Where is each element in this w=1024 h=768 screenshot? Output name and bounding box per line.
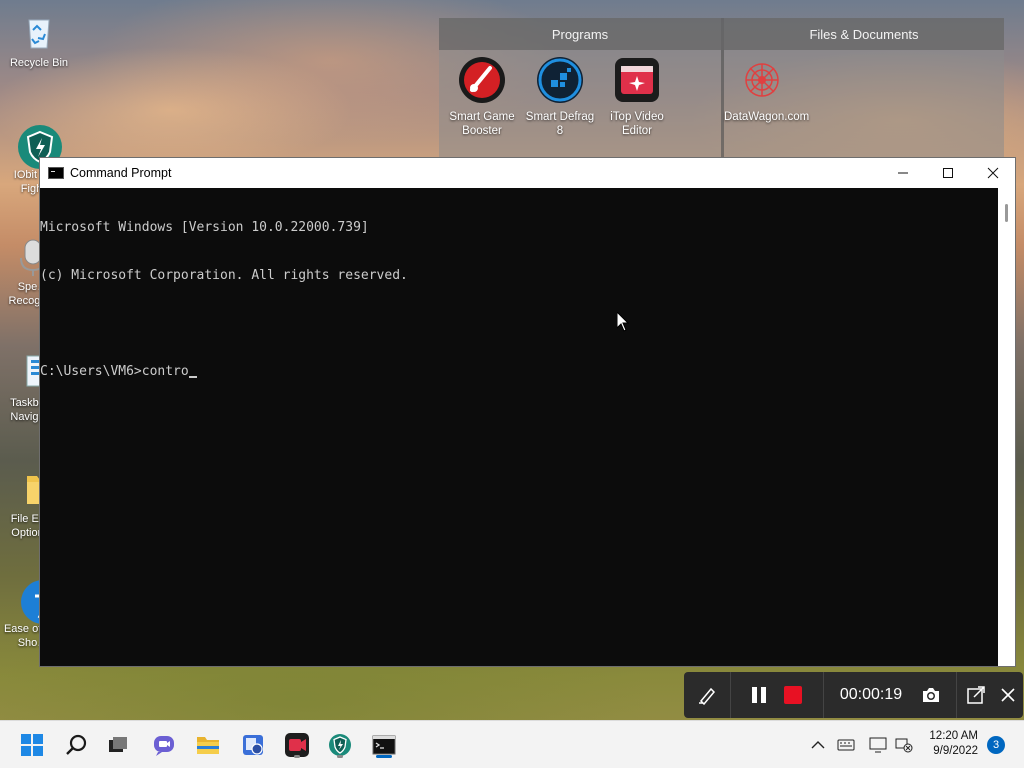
command-prompt-window[interactable]: Command Prompt Microsoft Windows [Versio… (39, 157, 1016, 667)
maximize-icon (943, 168, 953, 178)
program-itop-video-editor[interactable]: iTop Video Editor (599, 56, 675, 138)
files-documents-header: Files & Documents (724, 18, 1004, 50)
command-prompt-icon (48, 167, 64, 179)
program-label: Smart Game Booster (449, 111, 515, 137)
minimize-button[interactable] (880, 158, 926, 188)
file-explorer-icon (197, 737, 219, 754)
network-button[interactable] (894, 735, 914, 755)
active-indicator (376, 755, 392, 758)
command-prompt-icon (372, 735, 396, 755)
window-title: Command Prompt (70, 166, 172, 180)
app-button[interactable] (237, 729, 269, 761)
stop-button[interactable] (775, 672, 811, 718)
display-button[interactable] (868, 735, 888, 755)
windows-start-icon (21, 734, 43, 756)
pause-icon (752, 687, 766, 703)
console-prompt-line[interactable]: C:\Users\VM6>contro (40, 364, 998, 380)
console-line: Microsoft Windows [Version 10.0.22000.73… (40, 220, 369, 235)
text-cursor (188, 376, 197, 378)
pause-button[interactable] (743, 672, 775, 718)
keyboard-icon (837, 739, 855, 751)
clock-date: 9/9/2022 (933, 745, 978, 757)
console-output[interactable]: Microsoft Windows [Version 10.0.22000.73… (40, 188, 998, 666)
show-hidden-icons-button[interactable] (808, 735, 828, 755)
smart-game-booster-icon (458, 56, 506, 104)
chat-button[interactable] (148, 729, 180, 761)
close-button[interactable] (970, 158, 1016, 188)
toolbar-separator (730, 672, 731, 718)
minimize-icon (898, 172, 908, 174)
console-line: (c) Microsoft Corporation. All rights re… (40, 268, 408, 283)
title-bar[interactable]: Command Prompt (40, 158, 1015, 188)
close-icon (1001, 688, 1015, 702)
minimize-toolbar-button[interactable] (957, 672, 995, 718)
display-icon (869, 737, 887, 753)
stop-icon (784, 686, 802, 704)
program-smart-game-booster[interactable]: Smart Game Booster (444, 56, 520, 138)
elapsed-time: 00:00:19 (839, 686, 903, 703)
smart-defrag-icon (536, 56, 584, 104)
mouse-pointer-icon (617, 312, 629, 332)
close-icon (987, 167, 999, 179)
console-prompt-text: C:\Users\VM6>contro (40, 364, 189, 379)
screen-recorder-toolbar: 00:00:19 (684, 672, 1023, 718)
running-indicator (294, 755, 300, 758)
taskbar: 12:20 AM 9/9/2022 3 (0, 720, 1024, 768)
chevron-up-icon (811, 741, 825, 749)
network-disconnected-icon (895, 738, 913, 753)
chat-icon (154, 736, 174, 756)
system-clock[interactable]: 12:20 AM 9/9/2022 (929, 729, 978, 759)
programs-header: Programs (439, 18, 721, 50)
desktop-icon-recycle-bin[interactable]: Recycle Bin (0, 12, 78, 70)
recycle-bin-icon (19, 12, 59, 52)
app-icon (243, 735, 263, 755)
command-prompt-button[interactable] (368, 729, 400, 761)
task-view-button[interactable] (102, 729, 134, 761)
malware-fighter-button[interactable] (324, 729, 356, 761)
task-view-icon (109, 737, 127, 752)
vertical-scrollbar[interactable] (998, 188, 1015, 666)
clock-time: 12:20 AM (929, 730, 978, 742)
notification-badge[interactable]: 3 (987, 736, 1005, 754)
export-icon (967, 686, 985, 704)
program-label: iTop Video Editor (610, 111, 664, 137)
itop-video-editor-icon (613, 56, 661, 104)
scrollbar-thumb[interactable] (1005, 204, 1008, 222)
screenshot-button[interactable] (918, 672, 944, 718)
close-toolbar-button[interactable] (995, 672, 1021, 718)
recording-timer: 00:00:19 (824, 672, 918, 718)
pen-icon (699, 687, 716, 705)
file-datawagon[interactable]: DataWagon.com (724, 56, 809, 124)
program-label: Smart Defrag 8 (525, 111, 595, 137)
maximize-button[interactable] (925, 158, 971, 188)
desktop-icon-label: Recycle Bin (9, 57, 69, 69)
running-indicator (337, 755, 343, 758)
keyboard-button[interactable] (836, 735, 856, 755)
pinned-panel: Programs Files & Documents Smart Game Bo… (439, 18, 1004, 160)
annotate-button[interactable] (684, 672, 730, 718)
search-button[interactable] (60, 729, 92, 761)
search-icon (66, 734, 87, 755)
file-explorer-button[interactable] (192, 729, 224, 761)
program-smart-defrag[interactable]: Smart Defrag 8 (522, 56, 598, 138)
start-button[interactable] (16, 729, 48, 761)
datawagon-icon (738, 56, 786, 104)
camera-icon (923, 688, 939, 702)
file-label: DataWagon.com (724, 111, 810, 123)
screen-recorder-button[interactable] (281, 729, 313, 761)
iobit-malware-fighter-icon (329, 734, 351, 756)
